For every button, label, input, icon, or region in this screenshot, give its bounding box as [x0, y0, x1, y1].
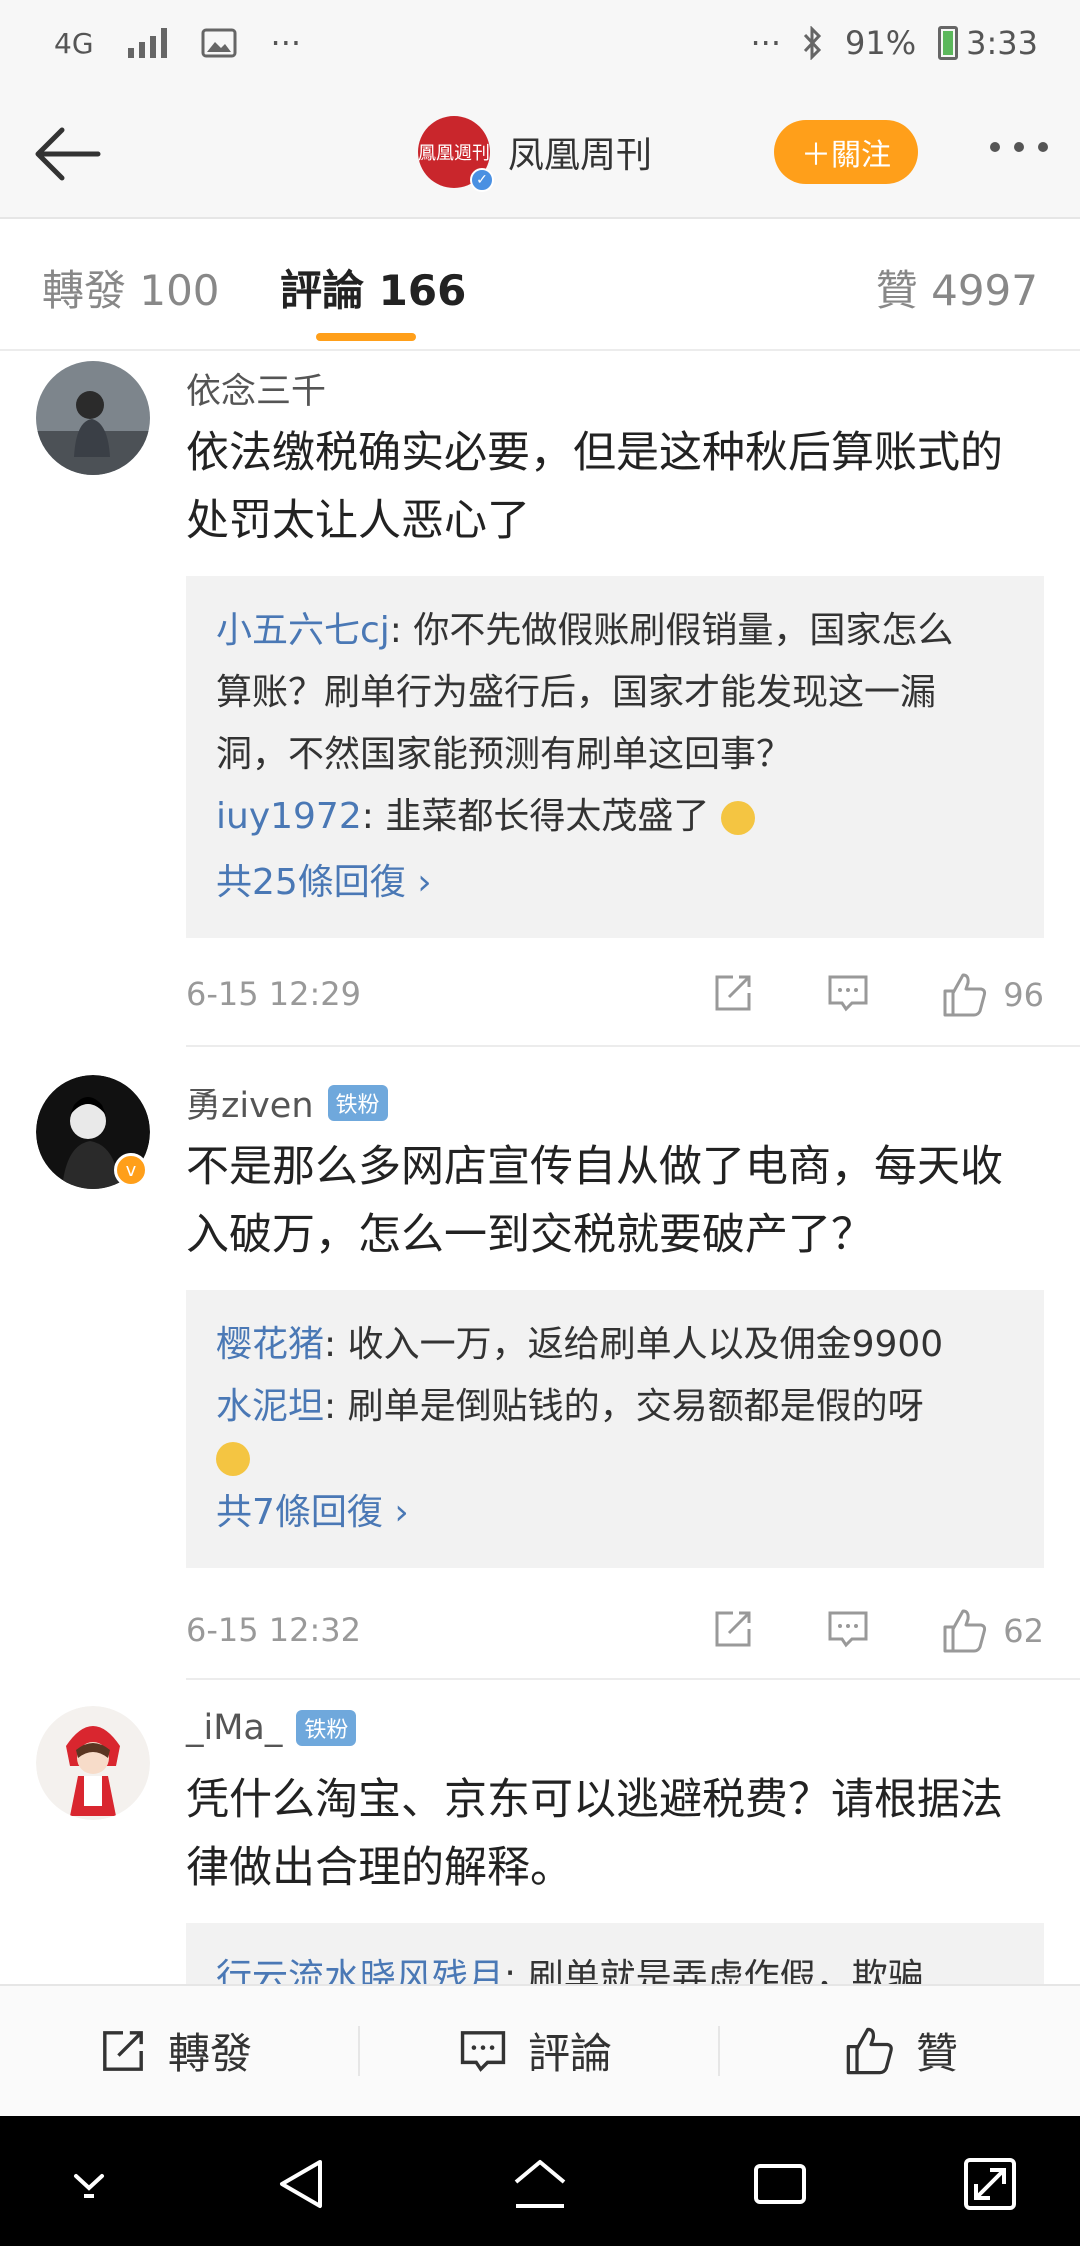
fan-badge: 铁粉	[327, 1084, 388, 1121]
reply-username[interactable]: 樱花猪	[216, 1324, 324, 1365]
comment-text: 依法缴税确实必要，但是这种秋后算账式的 处罚太让人恶心了	[186, 428, 1003, 546]
repost-button[interactable]: 轉發	[98, 2020, 252, 2081]
reply-preview[interactable]: 小五六七cj: 你不先做假账刷假销量，国家怎么 算账？刷单行为盛行后，国家才能发…	[186, 576, 1044, 938]
tab-likes[interactable]: 贊 4997	[876, 257, 1038, 318]
avatar[interactable]	[36, 361, 150, 475]
notification-dots: ···	[750, 24, 782, 62]
comment-time: 6-15 12:29	[186, 975, 362, 1013]
reply-item[interactable]: 行云流水晓风残月: 刷单就是弄虚作假，欺骗	[216, 1947, 1014, 1984]
comment-time: 6-15 12:32	[186, 1611, 362, 1649]
reply-username[interactable]: 水泥坦	[216, 1386, 324, 1427]
comment-label: 評論	[528, 2029, 613, 2078]
home-icon[interactable]	[510, 2156, 570, 2212]
reply-item[interactable]: 水泥坦: 刷单是倒贴钱的，交易额都是假的呀	[216, 1376, 1014, 1438]
repost-label: 轉發	[168, 2029, 253, 2078]
comment-item: _iMa_ 铁粉 凭什么淘宝、京东可以逃避税费？请根据法 律做出合理的解释。 行…	[0, 1680, 1080, 1984]
reply-item[interactable]: 樱花猪: 收入一万，返给刷单人以及佣金9900	[216, 1314, 1014, 1376]
reply-text-continued: 洞，不然国家能预测有刷单这回事？	[216, 734, 793, 775]
like-button[interactable]: 96	[941, 971, 1044, 1019]
back-arrow-icon[interactable]	[28, 114, 108, 194]
comment-item: v 勇ziven 铁粉 不是那么多网店宣传自从做了电商，每天收 入破万，怎么一到…	[0, 1047, 1080, 1677]
hide-keyboard-icon[interactable]	[64, 2156, 114, 2206]
recent-apps-icon[interactable]	[752, 2156, 808, 2212]
clock: 3:33	[966, 24, 1038, 62]
image-icon	[201, 28, 237, 58]
tab-bar: 轉發 100 評論 166 贊 4997	[0, 219, 1080, 349]
battery-percent: 91%	[845, 24, 917, 62]
signal-icon	[127, 28, 167, 58]
verified-icon: v	[114, 1153, 148, 1187]
reply-username[interactable]: iuy1972	[216, 796, 362, 837]
like-button[interactable]: 贊	[844, 2020, 958, 2081]
comment-icon[interactable]	[826, 971, 870, 1015]
comment-icon	[460, 2030, 506, 2072]
reply-item[interactable]: 小五六七cj: 你不先做假账刷假销量，国家怎么	[216, 600, 1014, 662]
back-icon[interactable]	[274, 2156, 330, 2212]
comment-button[interactable]: 評論	[458, 2020, 612, 2081]
verified-icon: ✓	[470, 168, 494, 192]
tab-repost[interactable]: 轉發 100	[42, 257, 220, 318]
account-title[interactable]: 鳳凰週刊 ✓ 凤凰周刊	[418, 116, 652, 192]
fan-badge: 铁粉	[296, 1710, 357, 1746]
tab-comments[interactable]: 評論 166	[280, 257, 466, 318]
like-label: 贊	[916, 2029, 959, 2078]
notification-dots: ···	[270, 24, 302, 62]
header: 鳳凰週刊 ✓ 凤凰周刊 ＋關注	[0, 92, 1080, 218]
reply-username[interactable]: 小五六七cj	[216, 610, 390, 651]
avatar[interactable]: v	[36, 1075, 150, 1189]
comment-icon[interactable]	[826, 1607, 870, 1651]
avatar[interactable]	[36, 1706, 150, 1820]
laughing-emoji-row	[216, 1438, 1014, 1478]
repost-icon	[103, 2030, 143, 2071]
comment-meta: 6-15 12:29 96	[186, 971, 1044, 1021]
bluetooth-icon	[803, 26, 822, 60]
like-count: 62	[1003, 1612, 1044, 1650]
repost-icon[interactable]	[711, 1607, 755, 1651]
laugh-cry-emoji-icon	[216, 1442, 250, 1476]
brand-logo-text: 鳳凰週刊	[418, 143, 490, 164]
thumbs-up-icon	[846, 2027, 893, 2074]
battery-icon	[938, 26, 959, 60]
status-bar: 4G ··· ··· 91% 3:33	[0, 0, 1080, 92]
like-button[interactable]: 62	[941, 1607, 1044, 1655]
bottom-action-bar: 轉發 評論 贊	[0, 1984, 1080, 2116]
comment-username[interactable]: _iMa_ 铁粉	[186, 1708, 357, 1748]
expand-icon[interactable]	[962, 2156, 1018, 2212]
comment-text: 凭什么淘宝、京东可以逃避税费？请根据法 律做出合理的解释。	[186, 1775, 1003, 1893]
reply-username[interactable]: 行云流水晓风残月	[216, 1957, 504, 1984]
doge-emoji-icon	[720, 801, 755, 835]
network-indicator: 4G	[54, 26, 94, 60]
repost-icon[interactable]	[711, 971, 755, 1015]
account-name[interactable]: 凤凰周刊	[508, 126, 652, 178]
reply-text-continued: 算账？刷单行为盛行后，国家才能发现这一漏	[216, 672, 937, 713]
reply-preview[interactable]: 樱花猪: 收入一万，返给刷单人以及佣金9900 水泥坦: 刷单是倒贴钱的，交易额…	[186, 1290, 1044, 1568]
comment-meta: 6-15 12:32 62	[186, 1607, 1044, 1657]
system-navigation-bar	[0, 2116, 1080, 2246]
comment-username[interactable]: 勇ziven 铁粉	[186, 1077, 388, 1128]
comment-text: 不是那么多网店宣传自从做了电商，每天收 入破万，怎么一到交税就要破产了？	[186, 1142, 1003, 1260]
divider	[358, 2026, 360, 2076]
thumbs-up-icon	[943, 1609, 987, 1653]
more-replies-link[interactable]: 共25條回復 ›	[216, 852, 1014, 914]
like-count: 96	[1003, 976, 1044, 1014]
active-tab-indicator	[316, 333, 416, 341]
brand-avatar[interactable]: 鳳凰週刊 ✓	[418, 116, 494, 192]
comment-username[interactable]: 依念三千	[186, 363, 326, 414]
thumbs-up-icon	[943, 973, 987, 1017]
more-options-icon[interactable]	[990, 142, 1048, 152]
reply-preview[interactable]: 行云流水晓风残月: 刷单就是弄虚作假，欺骗	[186, 1923, 1044, 1984]
divider	[718, 2026, 720, 2076]
reply-item[interactable]: iuy1972: 韭菜都长得太茂盛了	[216, 786, 1014, 848]
follow-button[interactable]: ＋關注	[774, 120, 918, 184]
comment-item: 依念三千 依法缴税确实必要，但是这种秋后算账式的 处罚太让人恶心了 小五六七cj…	[0, 351, 1080, 1046]
more-replies-link[interactable]: 共7條回復 ›	[216, 1482, 1014, 1544]
